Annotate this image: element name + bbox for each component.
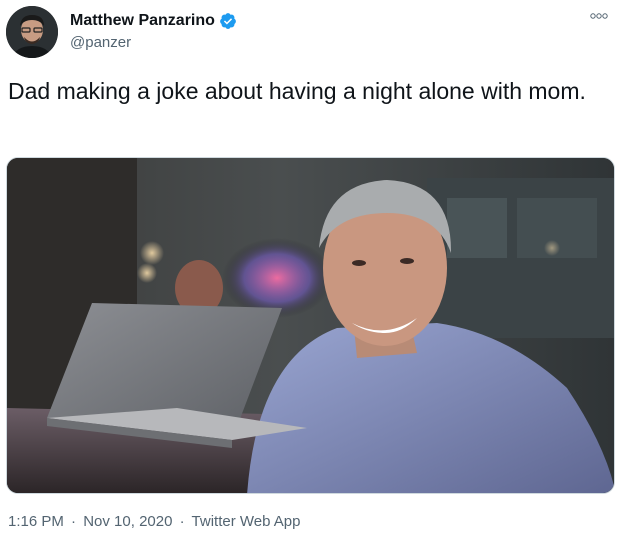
tweet-meta: 1:16 PM · Nov 10, 2020 · Twitter Web App bbox=[8, 513, 303, 530]
author-handle[interactable]: @panzer bbox=[70, 34, 237, 51]
meta-separator: · bbox=[179, 513, 185, 530]
meta-separator: · bbox=[71, 513, 77, 530]
tweet-date[interactable]: Nov 10, 2020 bbox=[83, 513, 172, 530]
media-photo bbox=[7, 158, 614, 493]
verified-badge-icon bbox=[220, 13, 236, 29]
author-name[interactable]: Matthew Panzarino bbox=[70, 12, 215, 30]
tweet-source[interactable]: Twitter Web App bbox=[192, 513, 301, 530]
avatar[interactable] bbox=[6, 6, 58, 58]
author-block: Matthew Panzarino @panzer bbox=[70, 10, 237, 51]
avatar-image bbox=[6, 6, 58, 58]
tweet-media-image[interactable] bbox=[6, 157, 615, 494]
more-options-icon[interactable] bbox=[590, 11, 608, 23]
tweet-time[interactable]: 1:16 PM bbox=[8, 513, 64, 530]
author-name-row: Matthew Panzarino bbox=[70, 10, 237, 32]
tweet-text: Dad making a joke about having a night a… bbox=[8, 78, 586, 104]
